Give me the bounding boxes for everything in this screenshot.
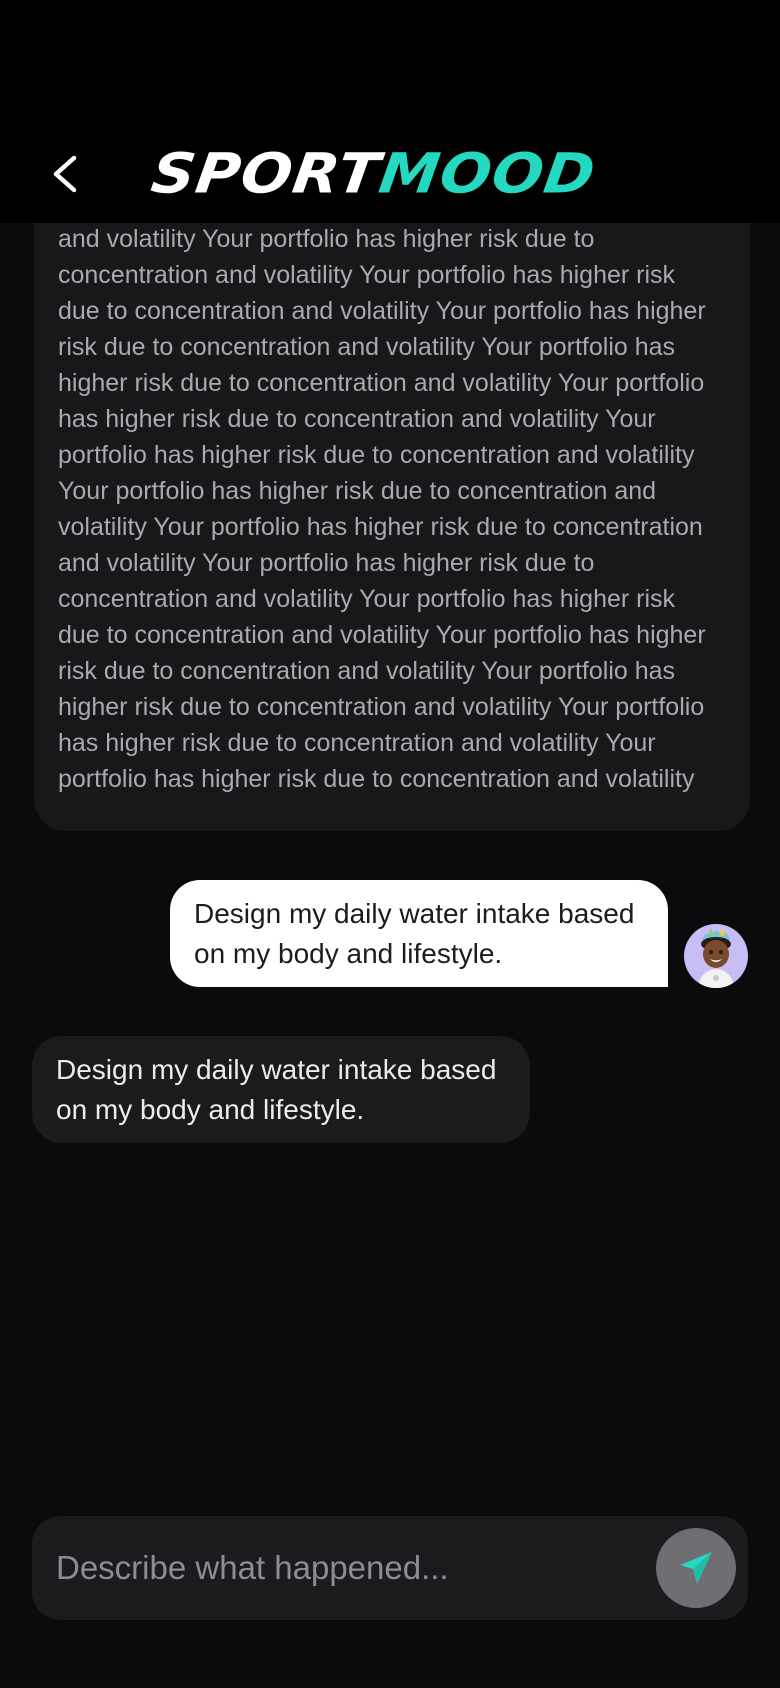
user-message: Design my daily water intake based on my… xyxy=(170,880,668,987)
avatar-memoji-icon xyxy=(698,927,734,988)
message-composer xyxy=(32,1516,748,1620)
app-logo: SPORTMOOD xyxy=(147,142,599,206)
ai-message-short: Design my daily water intake based on my… xyxy=(32,1036,530,1143)
send-button[interactable] xyxy=(656,1528,736,1608)
logo-mood-text: MOOD xyxy=(375,141,600,207)
logo-sport-text: SPORT xyxy=(147,141,385,207)
message-input[interactable] xyxy=(56,1516,636,1620)
back-button[interactable] xyxy=(44,148,88,200)
app-header: SPORTMOOD xyxy=(0,0,780,223)
send-icon xyxy=(680,1552,712,1584)
user-avatar xyxy=(684,924,748,988)
chevron-left-icon xyxy=(53,155,77,193)
chat-screen: Your portfolio has higher risk due to co… xyxy=(0,0,780,1688)
ai-message-long-text: Your portfolio has higher risk due to co… xyxy=(58,153,706,793)
ai-message-long: Your portfolio has higher risk due to co… xyxy=(34,150,750,831)
